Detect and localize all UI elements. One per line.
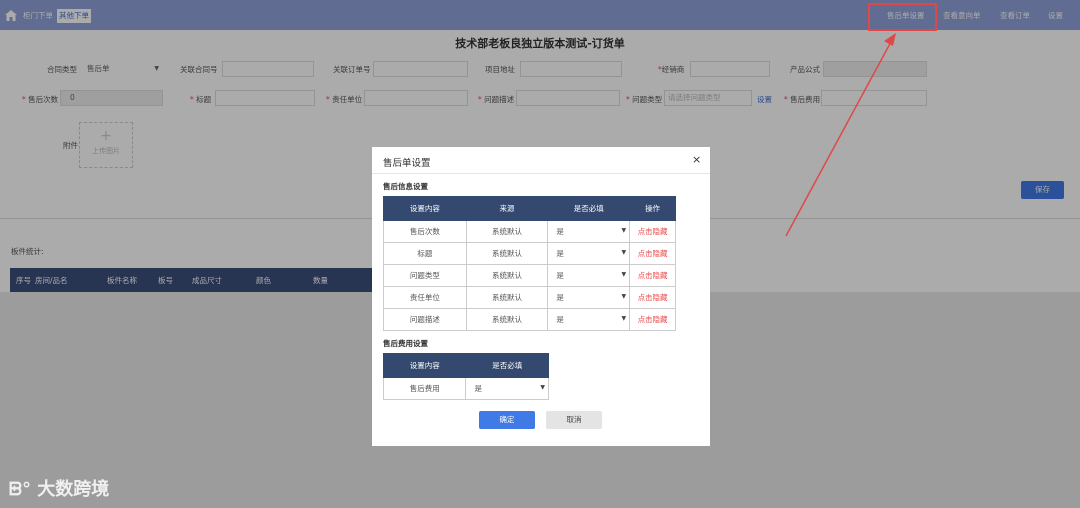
watermark: ᗸ° 大数跨境 — [9, 479, 110, 500]
annotation-arrow — [785, 33, 896, 237]
logo-icon: ᗸ° — [9, 479, 38, 500]
